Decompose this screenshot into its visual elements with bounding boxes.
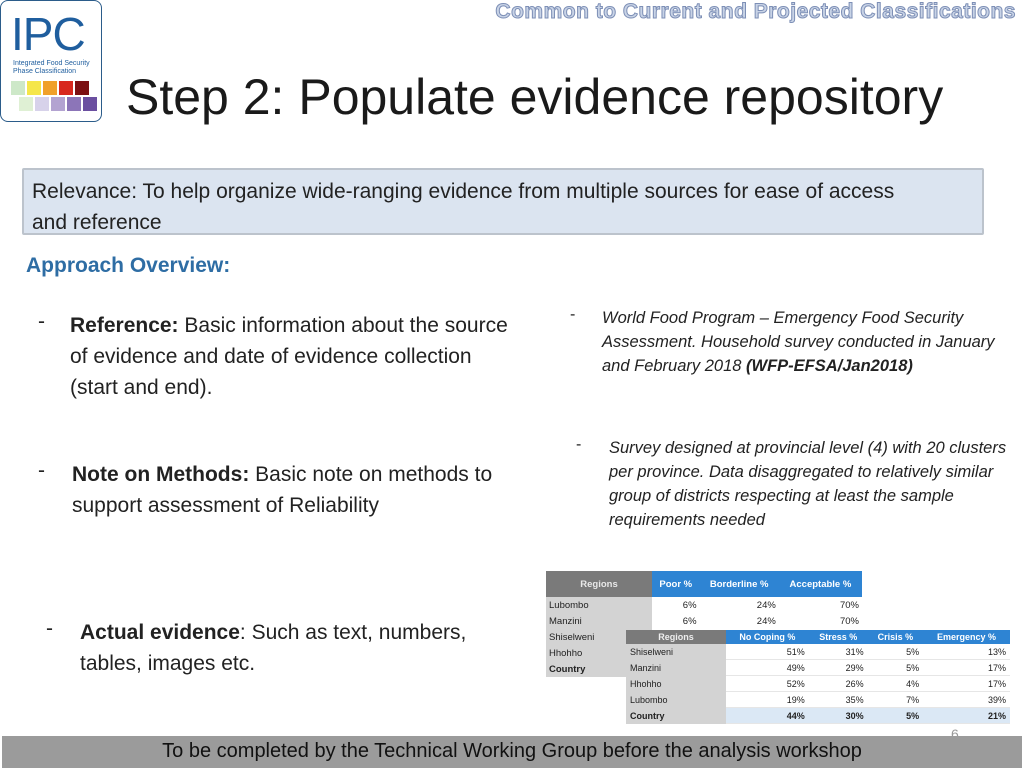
table-cell: 24%: [699, 613, 779, 629]
table-cell: 19%: [726, 691, 809, 708]
table-cell: Hhohho: [626, 675, 726, 692]
column-header: Emergency %: [923, 630, 1010, 644]
relevance-text: Relevance: To help organize wide-ranging…: [32, 180, 895, 234]
bullet-dash: -: [46, 617, 53, 640]
methods-text: Note on Methods: Basic note on methods t…: [72, 459, 552, 521]
table-cell: Lubombo: [546, 597, 652, 613]
table-cell: 30%: [808, 707, 868, 724]
table-cell: 5%: [867, 659, 924, 676]
table-row: Country 44% 30% 5% 21%: [626, 707, 1010, 724]
column-header: Regions: [626, 630, 726, 644]
column-header: Borderline %: [699, 571, 779, 597]
logo-swatch: [43, 81, 57, 95]
logo-swatch: [51, 97, 65, 111]
reference-label: Reference:: [70, 314, 179, 337]
table-row: Manzini 6% 24% 70%: [546, 613, 862, 629]
logo-text: IPC: [11, 8, 86, 60]
logo-swatch: [75, 81, 89, 95]
table-cell: 7%: [867, 691, 924, 708]
table-row: Lubombo 6% 24% 70%: [546, 597, 862, 613]
table-row: Shiselweni 51% 31% 5% 13%: [626, 644, 1010, 660]
reference-text: Reference: Basic information about the s…: [70, 310, 510, 403]
table-cell: Lubombo: [626, 691, 726, 708]
column-header: Stress %: [808, 630, 868, 644]
column-header: Crisis %: [867, 630, 924, 644]
table-cell: 5%: [867, 707, 924, 724]
source-text: World Food Program – Emergency Food Secu…: [602, 306, 1007, 378]
logo-swatch: [27, 81, 41, 95]
footer-text: To be completed by the Technical Working…: [162, 740, 862, 762]
table-cell: 52%: [726, 675, 809, 692]
bullet-dash: -: [576, 436, 582, 453]
table-cell: Manzini: [546, 613, 652, 629]
logo-subtitle: Integrated Food Security Phase Classific…: [13, 60, 90, 75]
logo-swatch: [83, 97, 97, 111]
table-cell: 70%: [778, 613, 862, 629]
approach-heading: Approach Overview:: [26, 254, 231, 277]
table-cell: 35%: [808, 691, 868, 708]
survey-text: Survey designed at provincial level (4) …: [609, 439, 1007, 529]
column-header: No Coping %: [726, 630, 809, 644]
column-header: Regions: [546, 571, 652, 597]
table-cell: 49%: [726, 659, 809, 676]
source-code: (WFP-EFSA/Jan2018): [746, 357, 913, 375]
bullet-dash: -: [38, 310, 45, 333]
bullet-dash: -: [38, 459, 45, 482]
table-cell: 44%: [726, 707, 809, 724]
evidence-text: Actual evidence: Such as text, numbers, …: [80, 617, 520, 679]
table-cell: 6%: [652, 597, 700, 613]
bullet-dash: -: [570, 306, 576, 323]
ipc-logo: IPC Integrated Food Security Phase Class…: [0, 0, 102, 122]
column-header: Poor %: [652, 571, 700, 597]
table-row: Lubombo 19% 35% 7% 39%: [626, 691, 1010, 708]
table-header-row: Regions No Coping % Stress % Crisis % Em…: [626, 630, 1010, 644]
evidence-label: Actual evidence: [80, 621, 240, 644]
table-cell: 39%: [923, 691, 1010, 708]
table-cell: 5%: [867, 644, 924, 660]
table-cell: 21%: [923, 707, 1010, 724]
table-cell: 17%: [923, 675, 1010, 692]
column-header: Acceptable %: [778, 571, 862, 597]
top-banner: Common to Current and Projected Classifi…: [495, 0, 1016, 24]
page-title: Step 2: Populate evidence repository: [126, 69, 944, 125]
table-cell: 29%: [808, 659, 868, 676]
table-cell: 4%: [867, 675, 924, 692]
table-cell: 31%: [808, 644, 868, 660]
footer-bar: To be completed by the Technical Working…: [2, 736, 1022, 768]
table-cell: Shiselweni: [626, 644, 726, 660]
logo-swatch: [59, 81, 73, 95]
coping-table: Regions No Coping % Stress % Crisis % Em…: [626, 630, 1010, 724]
table-cell: Manzini: [626, 659, 726, 676]
table-cell: 70%: [778, 597, 862, 613]
table-cell: 13%: [923, 644, 1010, 660]
table-row: Hhohho 52% 26% 4% 17%: [626, 675, 1010, 692]
table-cell: Country: [626, 707, 726, 724]
table-header-row: Regions Poor % Borderline % Acceptable %: [546, 571, 862, 597]
logo-swatch: [19, 97, 33, 111]
table-cell: 6%: [652, 613, 700, 629]
logo-swatch: [67, 97, 81, 111]
table-cell: 17%: [923, 659, 1010, 676]
logo-swatch: [11, 81, 25, 95]
logo-swatch: [35, 97, 49, 111]
table-cell: 26%: [808, 675, 868, 692]
methods-label: Note on Methods:: [72, 463, 250, 486]
table-cell: 51%: [726, 644, 809, 660]
table-cell: 24%: [699, 597, 779, 613]
relevance-box: Relevance: To help organize wide-ranging…: [22, 168, 984, 235]
table-row: Manzini 49% 29% 5% 17%: [626, 659, 1010, 676]
